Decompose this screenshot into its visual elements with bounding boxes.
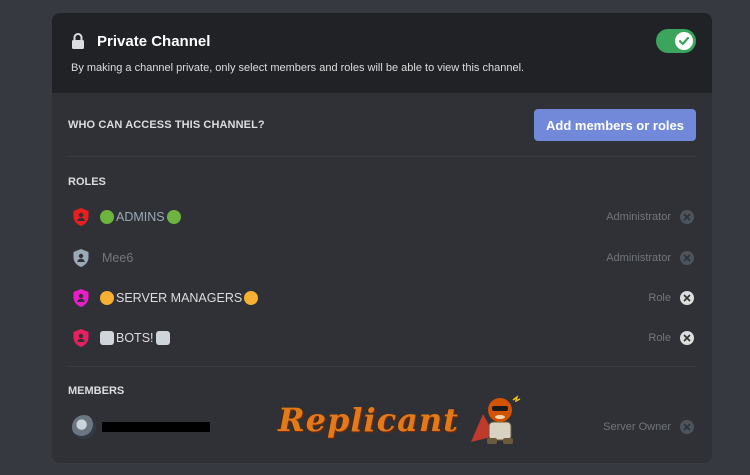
watermark-text: Replicant <box>278 401 459 439</box>
remove-icon <box>680 210 694 224</box>
role-permission-label: Role <box>648 292 671 304</box>
avatar <box>72 415 96 439</box>
access-row: WHO CAN ACCESS THIS CHANNEL? Add members… <box>68 109 696 141</box>
role-name: SERVER MANAGERS <box>116 291 243 305</box>
members-section-label: MEMBERS <box>68 385 125 397</box>
check-icon <box>675 32 693 50</box>
roles-section-label: ROLES <box>68 176 106 188</box>
role-name: ADMINS <box>116 210 165 224</box>
lock-icon <box>72 33 84 49</box>
robot-face-icon <box>100 331 114 345</box>
role-name: BOTS! <box>116 331 154 345</box>
redacted-member-name <box>102 422 210 432</box>
role-shield-icon <box>73 249 89 267</box>
remove-icon <box>680 251 694 265</box>
role-row-server-managers: SERVER MANAGERS Role <box>72 286 694 310</box>
remove-icon <box>680 420 694 434</box>
divider <box>68 156 696 157</box>
replicant-watermark: Replicant <box>278 392 535 448</box>
private-channel-toggle[interactable] <box>656 29 696 53</box>
role-row-admins: ADMINS Administrator <box>72 205 694 229</box>
sad-face-icon <box>244 291 259 305</box>
divider <box>68 366 696 367</box>
sad-face-icon <box>100 291 114 305</box>
member-role-label: Server Owner <box>603 421 671 433</box>
who-can-access-label: WHO CAN ACCESS THIS CHANNEL? <box>68 119 265 131</box>
role-shield-icon <box>73 208 89 226</box>
role-name: Mee6 <box>102 251 134 265</box>
nauseated-face-icon <box>100 210 114 224</box>
role-row-mee6: Mee6 Administrator <box>72 246 694 270</box>
mascot-icon <box>470 395 521 444</box>
role-permission-label: Role <box>648 332 671 344</box>
private-channel-title: Private Channel <box>97 32 211 50</box>
remove-role-button[interactable] <box>680 331 694 345</box>
remove-role-button[interactable] <box>680 291 694 305</box>
role-permission-label: Administrator <box>606 252 671 264</box>
add-members-or-roles-button[interactable]: Add members or roles <box>534 109 696 141</box>
role-permission-label: Administrator <box>606 211 671 223</box>
nauseated-face-icon <box>166 210 181 224</box>
robot-face-icon <box>155 331 170 345</box>
private-channel-description: By making a channel private, only select… <box>71 62 525 74</box>
role-shield-icon <box>73 289 89 307</box>
private-channel-header: Private Channel By making a channel priv… <box>52 13 712 93</box>
role-shield-icon <box>73 329 89 347</box>
role-row-bots: BOTS! Role <box>72 326 694 350</box>
